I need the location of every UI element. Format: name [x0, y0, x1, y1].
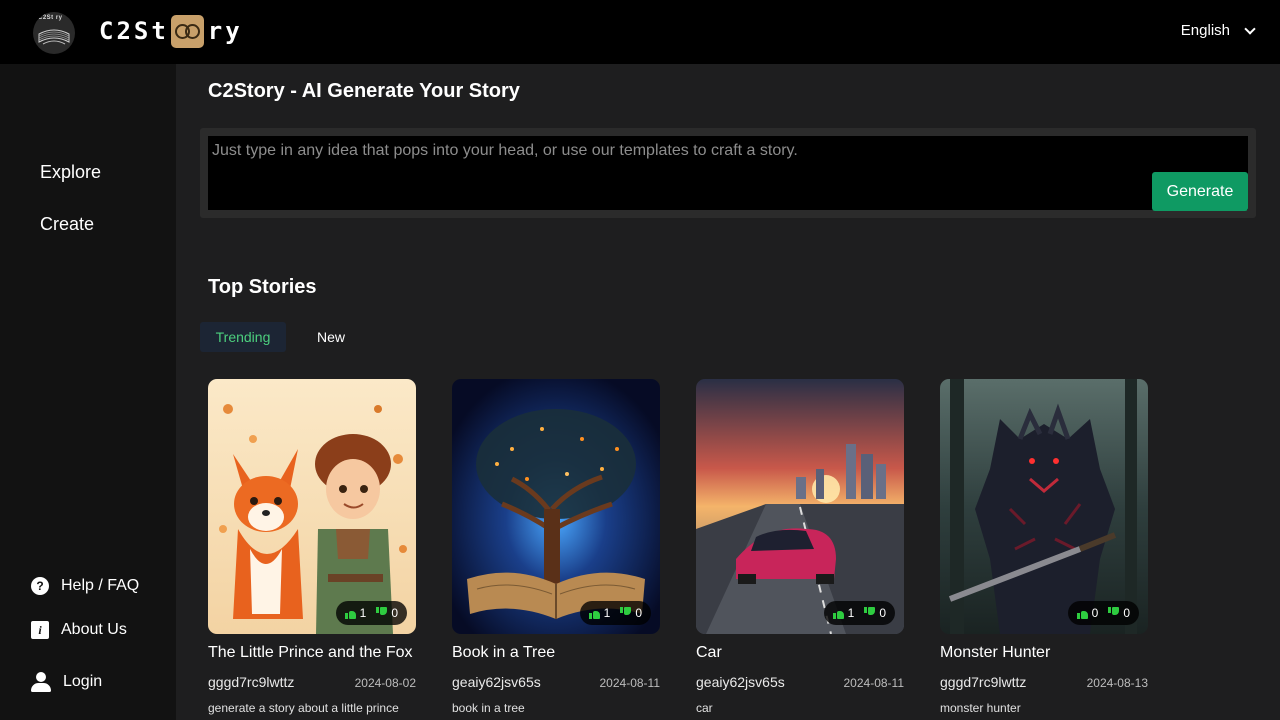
question-icon: ?	[31, 577, 49, 595]
story-image	[452, 379, 660, 634]
story-prompt: monster hunter	[940, 701, 1021, 715]
like-button[interactable]: 1	[588, 606, 611, 620]
story-prompt-input[interactable]	[208, 136, 1248, 210]
story-meta: geaiy62jsv65s 2024-08-11	[452, 674, 660, 690]
thumbs-down-icon	[620, 607, 632, 619]
story-card[interactable]: 1 0 The Little Prince and the Fox gggd7r…	[208, 379, 416, 715]
sidebar-item-login[interactable]: Login	[31, 672, 102, 692]
story-tabs: Trending New	[200, 322, 361, 352]
prompt-container: Generate	[208, 136, 1248, 211]
logo-badge[interactable]: C2St ry	[33, 12, 75, 54]
story-author[interactable]: geaiy62jsv65s	[696, 674, 785, 690]
story-image	[696, 379, 904, 634]
top-bar: C2St ry C2St ry English	[0, 0, 1280, 64]
story-date: 2024-08-11	[599, 676, 661, 690]
language-select[interactable]: English	[1180, 22, 1256, 39]
like-count: 1	[603, 606, 611, 620]
brand-right: ry	[207, 17, 243, 45]
story-date: 2024-08-13	[1086, 676, 1148, 690]
thumbs-up-icon	[588, 607, 600, 619]
sidebar: Explore Create ? Help / FAQ i About Us L…	[0, 64, 176, 720]
story-meta: gggd7rc9lwttz 2024-08-13	[940, 674, 1148, 690]
thumbs-down-icon	[376, 607, 388, 619]
story-author[interactable]: gggd7rc9lwttz	[940, 674, 1026, 690]
story-title[interactable]: The Little Prince and the Fox	[208, 644, 416, 662]
logo-book-icon	[38, 29, 70, 45]
page-title: C2Story - AI Generate Your Story	[208, 80, 520, 102]
dislike-button[interactable]: 0	[620, 606, 642, 620]
section-title: Top Stories	[208, 276, 317, 298]
story-title[interactable]: Book in a Tree	[452, 644, 660, 662]
brand-wordmark[interactable]: C2St ry	[99, 14, 243, 48]
story-prompt: generate a story about a little prince	[208, 701, 399, 715]
thumbs-down-icon	[1108, 607, 1120, 619]
tab-trending[interactable]: Trending	[200, 322, 286, 352]
story-card[interactable]: 1 0 Car geaiy62jsv65s 2024-08-11 car	[696, 379, 904, 715]
brand-left: C2St	[99, 17, 169, 45]
thumbs-up-icon	[832, 607, 844, 619]
like-button[interactable]: 0	[1076, 606, 1099, 620]
chevron-down-icon	[1244, 22, 1256, 35]
sidebar-item-label: Help / FAQ	[61, 577, 140, 594]
main-content: C2Story - AI Generate Your Story Generat…	[176, 64, 1280, 720]
dislike-count: 0	[635, 606, 642, 620]
like-button[interactable]: 1	[344, 606, 367, 620]
story-thumbnail[interactable]: 0 0	[940, 379, 1148, 634]
sidebar-item-label: About Us	[61, 621, 127, 638]
prompt-panel: Generate	[200, 128, 1256, 218]
story-thumbnail[interactable]: 1 0	[208, 379, 416, 634]
vote-pill: 1 0	[823, 601, 895, 625]
vote-pill: 0 0	[1067, 601, 1139, 625]
vote-pill: 1 0	[335, 601, 407, 625]
story-title[interactable]: Monster Hunter	[940, 644, 1148, 662]
story-prompt: car	[696, 701, 713, 715]
user-icon	[31, 672, 51, 692]
story-card[interactable]: 0 0 Monster Hunter gggd7rc9lwttz 2024-08…	[940, 379, 1148, 715]
sidebar-item-help[interactable]: ? Help / FAQ	[31, 577, 139, 595]
story-author[interactable]: gggd7rc9lwttz	[208, 674, 294, 690]
dislike-count: 0	[1123, 606, 1130, 620]
story-prompt: book in a tree	[452, 701, 525, 715]
info-icon: i	[31, 621, 49, 639]
like-button[interactable]: 1	[832, 606, 855, 620]
like-count: 0	[1091, 606, 1099, 620]
like-count: 1	[847, 606, 855, 620]
vote-pill: 1 0	[579, 601, 651, 625]
language-label: English	[1180, 22, 1230, 39]
tab-new[interactable]: New	[301, 322, 361, 352]
story-thumbnail[interactable]: 1 0	[452, 379, 660, 634]
story-image	[940, 379, 1148, 634]
story-meta: gggd7rc9lwttz 2024-08-02	[208, 674, 416, 690]
dislike-count: 0	[391, 606, 398, 620]
dislike-button[interactable]: 0	[864, 606, 886, 620]
dislike-button[interactable]: 0	[1108, 606, 1130, 620]
story-image	[208, 379, 416, 634]
story-thumbnail[interactable]: 1 0	[696, 379, 904, 634]
thumbs-up-icon	[344, 607, 356, 619]
sidebar-item-create[interactable]: Create	[40, 214, 94, 235]
story-title[interactable]: Car	[696, 644, 904, 662]
thumbs-up-icon	[1076, 607, 1088, 619]
story-card[interactable]: 1 0 Book in a Tree geaiy62jsv65s 2024-08…	[452, 379, 660, 715]
like-count: 1	[359, 606, 367, 620]
story-meta: geaiy62jsv65s 2024-08-11	[696, 674, 904, 690]
thumbs-down-icon	[864, 607, 876, 619]
generate-button[interactable]: Generate	[1152, 172, 1248, 211]
dislike-count: 0	[879, 606, 886, 620]
story-grid: 1 0 The Little Prince and the Fox gggd7r…	[208, 379, 1148, 715]
brand-face-icon	[170, 14, 204, 48]
dislike-button[interactable]: 0	[376, 606, 398, 620]
sidebar-item-explore[interactable]: Explore	[40, 162, 101, 183]
sidebar-item-label: Login	[63, 673, 103, 690]
story-author[interactable]: geaiy62jsv65s	[452, 674, 541, 690]
story-date: 2024-08-02	[354, 676, 416, 690]
sidebar-item-about[interactable]: i About Us	[31, 621, 127, 639]
story-date: 2024-08-11	[843, 676, 905, 690]
